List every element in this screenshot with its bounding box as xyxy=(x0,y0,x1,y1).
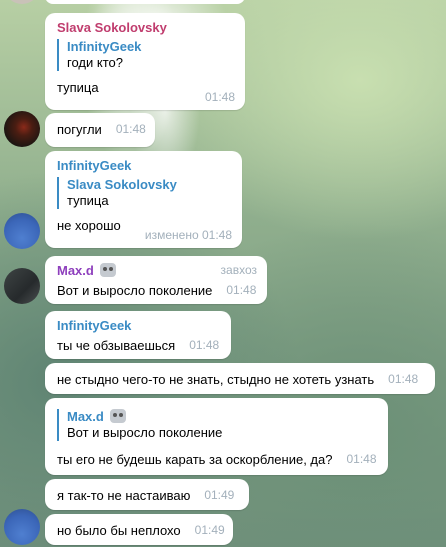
reply-quote[interactable]: Slava Sokolovsky тупица xyxy=(57,177,232,209)
message-text: ты че обзываешься xyxy=(57,338,176,353)
message-time: 01:49 xyxy=(194,523,225,537)
reply-sender-name: Max.d xyxy=(67,409,378,425)
reply-text: Вот и выросло поколение xyxy=(67,425,223,440)
message-time: 01:48 xyxy=(204,90,235,104)
reply-sender-name: InfinityGeek xyxy=(67,39,142,54)
avatar[interactable] xyxy=(4,509,40,545)
reply-quote[interactable]: InfinityGeek годи кто? xyxy=(57,39,235,71)
message-time: 01:48 xyxy=(346,452,377,466)
reply-sender-name-text: Max.d xyxy=(67,409,104,424)
message-text: погугли xyxy=(57,122,102,137)
message-text: Вот и выросло поколение xyxy=(57,283,213,298)
message-bubble[interactable]: InfinityGeek ты че обзываешься 01:48 xyxy=(45,311,231,359)
message-time: 01:48 xyxy=(388,372,419,386)
message-bubble[interactable]: Max.d Вот и выросло поколение ты его не … xyxy=(45,398,388,475)
robot-icon xyxy=(109,409,126,423)
reply-quote[interactable]: Max.d Вот и выросло поколение xyxy=(57,409,378,441)
message-bubble[interactable]: InfinityGeek Slava Sokolovsky тупица не … xyxy=(45,151,242,248)
reply-text: тупица xyxy=(67,193,109,208)
robot-icon xyxy=(99,263,116,277)
message-time: 01:48 xyxy=(226,283,257,297)
sender-name[interactable]: Slava Sokolovsky xyxy=(57,20,235,36)
avatar[interactable] xyxy=(4,268,40,304)
reply-sender-name: Slava Sokolovsky xyxy=(67,177,177,192)
sender-name-text: Max.d xyxy=(57,263,94,278)
message-bubble[interactable]: не стыдно чего-то не знать, стыдно не хо… xyxy=(45,363,435,394)
message-time: изменено 01:48 xyxy=(144,228,232,242)
message-bubble xyxy=(45,0,245,4)
message-text: я так-то не настаиваю xyxy=(57,488,191,503)
message-time: 01:48 xyxy=(115,122,146,136)
message-time: 01:49 xyxy=(204,488,235,502)
avatar[interactable] xyxy=(4,111,40,147)
reply-text: годи кто? xyxy=(67,55,123,70)
message-bubble[interactable]: Max.d завхоз Вот и выросло поколение 01:… xyxy=(45,256,267,304)
message-bubble[interactable]: но было бы неплохо 01:49 xyxy=(45,514,233,545)
message-text: не стыдно чего-то не знать, стыдно не хо… xyxy=(57,372,375,387)
message-time: 01:48 xyxy=(189,338,220,352)
admin-badge: завхоз xyxy=(220,263,257,277)
sender-name[interactable]: InfinityGeek xyxy=(57,158,232,174)
sender-name[interactable]: InfinityGeek xyxy=(57,318,221,334)
message-text: тупица xyxy=(57,80,99,95)
avatar[interactable] xyxy=(4,213,40,249)
message-text: ты его не будешь карать за оскорбление, … xyxy=(57,452,333,467)
message-text: но было бы неплохо xyxy=(57,523,181,538)
message-bubble[interactable]: погугли 01:48 xyxy=(45,113,155,147)
message-bubble[interactable]: Slava Sokolovsky InfinityGeek годи кто? … xyxy=(45,13,245,110)
message-text: не хорошо xyxy=(57,218,121,233)
message-bubble[interactable]: я так-то не настаиваю 01:49 xyxy=(45,479,249,510)
